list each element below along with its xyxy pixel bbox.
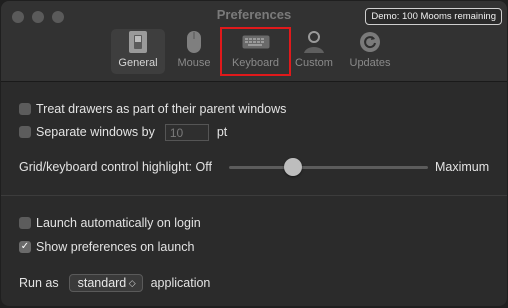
person-icon — [292, 29, 336, 55]
mouse-icon — [171, 29, 217, 55]
run-as-prefix: Run as — [19, 276, 59, 290]
treat-drawers-checkbox[interactable] — [19, 103, 31, 115]
tab-keyboard-label: Keyboard — [231, 57, 280, 69]
separate-windows-option: Separate windows by 10 pt — [19, 123, 227, 141]
tab-updates-label: Updates — [349, 57, 391, 69]
show-prefs-checkbox[interactable]: ✓ — [19, 241, 31, 253]
demo-badge: Demo: 100 Mooms remaining — [365, 8, 502, 25]
run-as-value: standard — [77, 276, 127, 290]
tab-general[interactable]: General — [111, 29, 165, 74]
highlight-label: Grid/keyboard control highlight: Off — [19, 160, 212, 174]
section-divider — [1, 195, 507, 196]
tab-general-label: General — [118, 57, 158, 69]
treat-drawers-label: Treat drawers as part of their parent wi… — [36, 102, 287, 116]
tab-custom[interactable]: Custom — [292, 29, 336, 74]
switch-icon — [111, 29, 165, 55]
tab-keyboard[interactable]: Keyboard — [220, 27, 291, 76]
run-as-suffix: application — [150, 276, 211, 290]
separate-windows-field[interactable]: 10 — [164, 123, 209, 141]
launch-login-checkbox[interactable] — [19, 217, 31, 229]
treat-drawers-option[interactable]: Treat drawers as part of their parent wi… — [19, 100, 286, 118]
tab-custom-label: Custom — [295, 57, 333, 69]
launch-login-label: Launch automatically on login — [36, 216, 201, 230]
highlight-max-label: Maximum — [435, 160, 490, 174]
checkmark-icon: ✓ — [20, 241, 30, 252]
separate-windows-label: Separate windows by — [36, 125, 155, 139]
run-as-option: Run as standard ◇ application — [19, 274, 210, 292]
preferences-window: Preferences Demo: 100 Mooms remaining Ge… — [1, 1, 507, 306]
highlight-slider-thumb[interactable] — [283, 158, 302, 176]
show-prefs-label: Show preferences on launch — [36, 240, 195, 254]
run-as-select[interactable]: standard ◇ — [68, 274, 143, 292]
show-prefs-option[interactable]: ✓ Show preferences on launch — [19, 238, 194, 256]
separate-windows-unit: pt — [216, 125, 228, 139]
highlight-slider-track[interactable] — [229, 166, 428, 169]
tab-mouse[interactable]: Mouse — [171, 29, 217, 74]
launch-login-option[interactable]: Launch automatically on login — [19, 214, 201, 232]
tab-updates[interactable]: Updates — [344, 29, 396, 74]
updown-chevron-icon: ◇ — [128, 277, 136, 288]
toolbar: Preferences Demo: 100 Mooms remaining Ge… — [1, 1, 507, 82]
separate-windows-checkbox[interactable] — [19, 126, 31, 138]
tab-mouse-label: Mouse — [177, 57, 211, 69]
keyboard-icon — [222, 29, 289, 55]
refresh-icon — [344, 29, 396, 55]
